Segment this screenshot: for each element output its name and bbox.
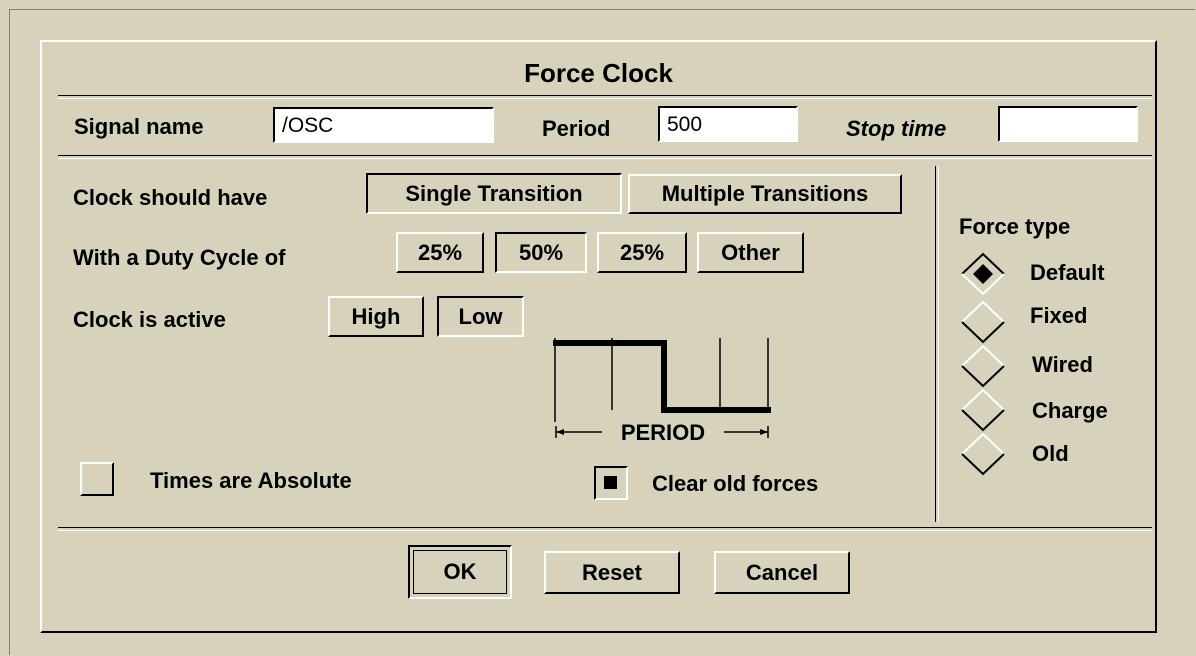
- radio-wired[interactable]: [960, 344, 1006, 388]
- radio-default[interactable]: [960, 252, 1006, 296]
- active-high-button[interactable]: High: [328, 296, 424, 337]
- divider-middle: [58, 155, 1152, 159]
- duty-50-button[interactable]: 50%: [495, 232, 587, 273]
- force-default-label: Default: [1030, 260, 1105, 285]
- clock-waveform-diagram: PERIOD: [553, 338, 771, 445]
- force-wired-label: Wired: [1032, 352, 1093, 377]
- duty-cycle-label: With a Duty Cycle of: [73, 245, 286, 270]
- reset-button[interactable]: Reset: [544, 551, 680, 594]
- duty-other-button[interactable]: Other: [697, 232, 804, 273]
- stop-time-input[interactable]: [998, 106, 1138, 142]
- single-transition-button[interactable]: Single Transition: [366, 173, 622, 214]
- force-type-label: Force type: [959, 214, 1071, 239]
- clock-active-label: Clock is active: [73, 307, 226, 332]
- period-label: Period: [542, 116, 611, 141]
- clock-should-have-label: Clock should have: [73, 185, 268, 210]
- clear-old-forces-label: Clear old forces: [652, 471, 819, 496]
- waveform-trace: [553, 340, 771, 413]
- force-fixed-label: Fixed: [1030, 303, 1088, 328]
- duty-25-first-button[interactable]: 25%: [396, 232, 484, 273]
- force-old-label: Old: [1032, 441, 1069, 466]
- radio-fixed[interactable]: [960, 300, 1006, 344]
- radio-old[interactable]: [960, 432, 1006, 476]
- times-absolute-checkbox[interactable]: [80, 462, 114, 496]
- divider-top: [58, 95, 1152, 99]
- multiple-transitions-button[interactable]: Multiple Transitions: [628, 174, 902, 214]
- period-label-diagram: PERIOD: [621, 420, 705, 445]
- divider-bottom: [58, 527, 1152, 531]
- force-charge-label: Charge: [1032, 398, 1108, 423]
- period-input[interactable]: [658, 106, 798, 142]
- duty-25-second-button[interactable]: 25%: [597, 232, 687, 273]
- signal-name-input[interactable]: [273, 107, 494, 143]
- times-absolute-label: Times are Absolute: [150, 468, 352, 493]
- clear-old-forces-checkbox[interactable]: [594, 466, 628, 500]
- stop-time-label: Stop time: [846, 116, 947, 141]
- active-low-button[interactable]: Low: [437, 296, 524, 337]
- cancel-button[interactable]: Cancel: [714, 551, 850, 594]
- signal-name-label: Signal name: [74, 114, 204, 139]
- divider-vertical: [935, 166, 939, 522]
- dialog-title: Force Clock: [524, 58, 673, 88]
- ok-button[interactable]: OK: [408, 545, 512, 599]
- radio-charge[interactable]: [960, 388, 1006, 432]
